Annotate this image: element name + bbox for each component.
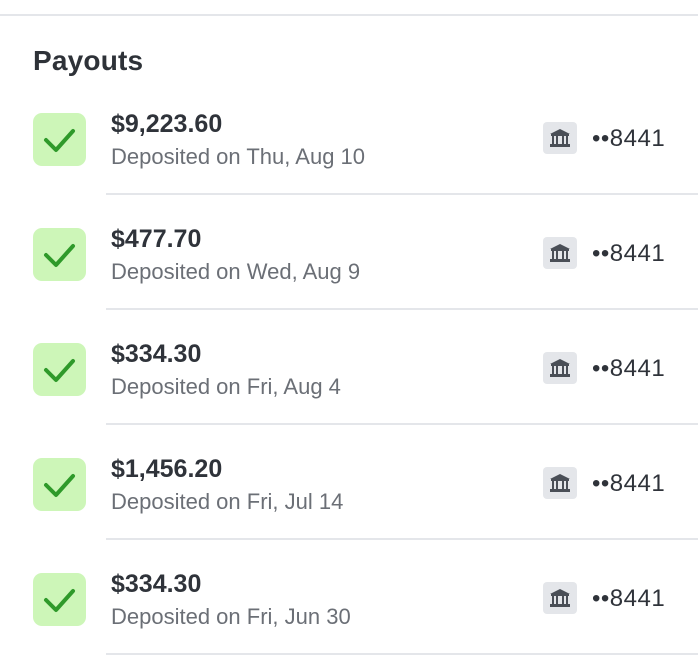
top-divider xyxy=(0,14,698,16)
payout-date: Deposited on Fri, Jun 30 xyxy=(111,604,351,629)
payout-date: Deposited on Fri, Jul 14 xyxy=(111,489,344,514)
payout-amount: $477.70 xyxy=(111,225,202,253)
bank-icon xyxy=(543,122,577,154)
check-icon xyxy=(33,458,86,511)
check-icon xyxy=(33,573,86,626)
bank-icon xyxy=(543,352,577,384)
payout-row[interactable]: $9,223.60 Deposited on Thu, Aug 10 ••844… xyxy=(0,80,698,195)
payout-row[interactable]: $477.70 Deposited on Wed, Aug 9 ••8441 xyxy=(0,195,698,310)
payout-row[interactable]: $334.30 Deposited on Fri, Jun 30 ••8441 xyxy=(0,540,698,655)
payout-date: Deposited on Fri, Aug 4 xyxy=(111,374,341,399)
account-number: ••8441 xyxy=(592,125,666,152)
payout-row[interactable]: $334.30 Deposited on Fri, Aug 4 ••8441 xyxy=(0,310,698,425)
account-number: ••8441 xyxy=(592,470,666,497)
bank-icon xyxy=(543,582,577,614)
payout-row[interactable]: $1,456.20 Deposited on Fri, Jul 14 ••844… xyxy=(0,425,698,540)
payout-amount: $334.30 xyxy=(111,340,202,368)
account-number: ••8441 xyxy=(592,240,666,267)
bank-icon xyxy=(543,467,577,499)
section-title: Payouts xyxy=(33,45,144,76)
row-divider xyxy=(106,653,698,655)
check-icon xyxy=(33,228,86,281)
payout-date: Deposited on Thu, Aug 10 xyxy=(111,144,366,169)
check-icon xyxy=(33,343,86,396)
payout-amount: $9,223.60 xyxy=(111,110,223,138)
payout-amount: $334.30 xyxy=(111,570,202,598)
account-number: ••8441 xyxy=(592,585,666,612)
payouts-screen: Payouts $9,223.60 Deposited on Thu, Aug … xyxy=(0,0,698,658)
account-number: ••8441 xyxy=(592,355,666,382)
bank-icon xyxy=(543,237,577,269)
payout-list: $9,223.60 Deposited on Thu, Aug 10 ••844… xyxy=(0,80,698,655)
payout-amount: $1,456.20 xyxy=(111,455,223,483)
check-icon xyxy=(33,113,86,166)
payout-date: Deposited on Wed, Aug 9 xyxy=(111,259,361,284)
